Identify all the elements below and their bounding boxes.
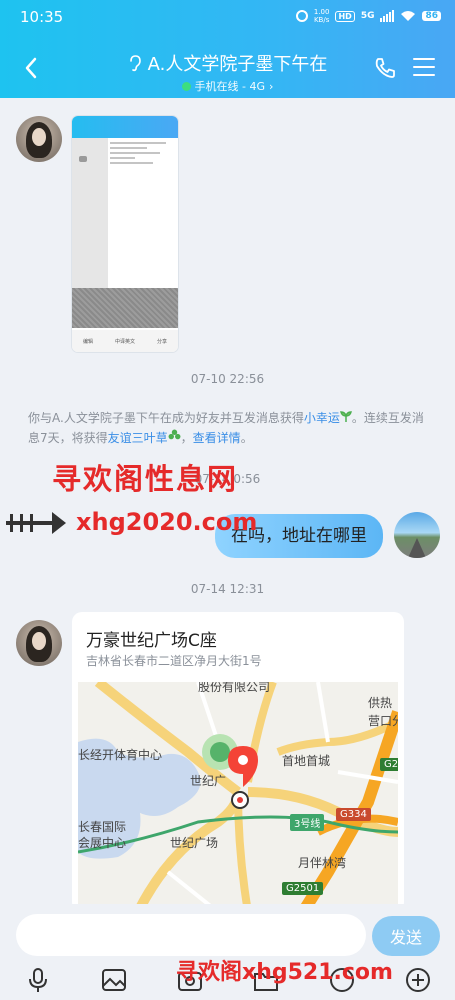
more-button[interactable] (404, 966, 432, 994)
map-label: 月伴林湾 (298, 856, 347, 870)
timestamp: 07-14 12:31 (190, 582, 265, 596)
map-label: 会展中心 (78, 836, 127, 850)
my-avatar[interactable] (394, 512, 440, 558)
voice-button[interactable] (24, 966, 52, 994)
alarm-icon (295, 10, 308, 22)
contact-title-row: A.人文学院子墨下午在 (128, 50, 328, 76)
image-blurred-area (72, 288, 178, 328)
image-icon (102, 969, 126, 991)
status-icons: 1.00 KB/s HD 5G 86 (295, 8, 441, 24)
timestamp: 07-10 22:56 (190, 372, 265, 386)
battery-icon: 86 (422, 11, 441, 21)
lucky-link[interactable]: 小幸运 (304, 411, 340, 425)
location-map[interactable]: 股份有限公司 供热 营口分 长经开体育中心 首地首城 世纪广 长春国际 会展中心… (78, 682, 398, 912)
image-sidebar (72, 138, 108, 288)
status-arrow-icon: › (269, 79, 274, 93)
system-text: 。 (240, 431, 253, 445)
highway-tag: G334 (336, 808, 371, 821)
details-link[interactable]: 查看详情 (193, 431, 241, 445)
message-input[interactable] (16, 914, 366, 956)
watermark-text: 寻欢阁xhg521.com (176, 960, 393, 985)
image-bubble (79, 156, 87, 162)
clover-link[interactable]: 友谊三叶草 (108, 431, 168, 445)
microphone-icon (29, 968, 47, 992)
map-label: 股份有限公司 (198, 682, 271, 694)
system-text: 你与A.人文学院子墨下午在成为好友并互发消息获得 (28, 411, 304, 425)
network-speed-unit: KB/s (313, 16, 330, 24)
network-type: 5G (360, 11, 375, 21)
wifi-icon (401, 11, 416, 21)
online-status-text: 手机在线 - 4G (194, 80, 266, 93)
highway-tag: G2 (380, 758, 398, 771)
map-label: 世纪广 (190, 774, 227, 788)
clover-icon (168, 429, 181, 440)
contact-name: A.人文学院子墨下午在 (147, 54, 328, 75)
menu-button[interactable] (413, 58, 435, 76)
image-btn-edit: 编辑 (82, 338, 93, 345)
network-speed-value: 1.00 (313, 8, 330, 16)
menu-icon (413, 58, 435, 60)
call-button[interactable] (373, 56, 397, 80)
image-btn-translate: 中译英文 (114, 338, 135, 345)
map-label: 供热 (368, 696, 393, 710)
arrow-icon (6, 512, 66, 534)
system-text: ， (180, 431, 193, 445)
back-button[interactable] (20, 54, 42, 82)
sprout-icon (339, 411, 352, 422)
map-label: 世纪广场 (170, 836, 219, 850)
online-status[interactable]: 手机在线 - 4G › (0, 78, 455, 94)
map-label: 长春国际 (78, 820, 127, 834)
map-label: 首地首城 (282, 754, 331, 768)
hd-badge: HD (335, 10, 355, 22)
image-button-row: 编辑 中译英文 分享 (72, 330, 178, 352)
status-bar: 10:35 1.00 KB/s HD 5G 86 (0, 0, 455, 34)
plus-icon (406, 968, 430, 992)
system-message: 你与A.人文学院子墨下午在成为好友并互发消息获得小幸运 。连续互发消息7天，将获得… (28, 408, 430, 448)
image-text-lines (110, 142, 172, 167)
location-title: 万豪世纪广场C座 (86, 631, 217, 651)
watermark-text: 寻欢阁性息网 (52, 462, 239, 496)
watermark-text: xhg2020.com (76, 508, 258, 536)
image-message[interactable]: 编辑 中译英文 分享 (72, 116, 178, 352)
location-address: 吉林省长春市二道区净月大街1号 (86, 654, 262, 668)
image-header-strip (72, 116, 178, 138)
map-graphics (78, 682, 398, 912)
photo-button[interactable] (100, 966, 128, 994)
network-speed: 1.00 KB/s (314, 8, 330, 24)
map-label: 长经开体育中心 (78, 748, 163, 762)
contact-avatar[interactable] (16, 620, 62, 666)
chat-header: 10:35 1.00 KB/s HD 5G 86 A.人文学院子墨下午在 手机在… (0, 0, 455, 98)
contact-avatar[interactable] (16, 116, 62, 162)
status-time: 10:35 (20, 8, 64, 26)
map-label: 营口分 (368, 714, 398, 728)
location-message[interactable]: 万豪世纪广场C座 吉林省长春市二道区净月大街1号 股份有限公司 供热 营口 长经… (72, 612, 404, 912)
online-dot-icon (181, 81, 191, 91)
phone-icon (375, 58, 395, 78)
send-button[interactable]: 发送 (372, 916, 440, 956)
signal-icon (380, 10, 395, 22)
chevron-left-icon (25, 57, 37, 79)
highway-tag: G2501 (282, 882, 324, 895)
ear-icon (129, 55, 141, 72)
metro-tag: 3号线 (290, 814, 325, 831)
image-btn-share: 分享 (156, 338, 167, 345)
